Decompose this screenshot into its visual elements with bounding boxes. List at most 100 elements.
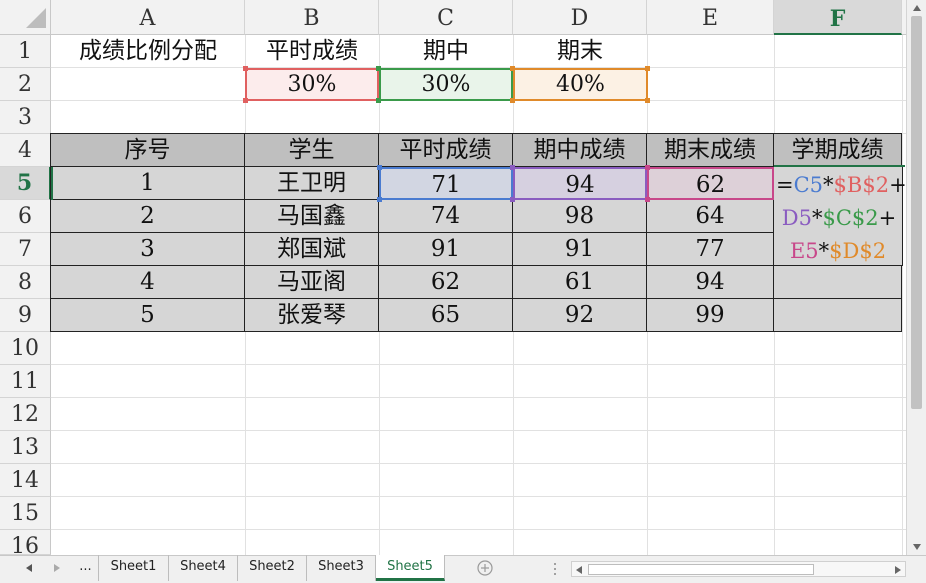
row-header-15[interactable]: 15 xyxy=(0,497,51,530)
corner-triangle-icon xyxy=(26,8,46,28)
header-index[interactable]: 序号 xyxy=(51,134,245,167)
formula-line-3[interactable]: E5*$D$2 xyxy=(774,235,902,266)
tab-prev-button[interactable] xyxy=(19,557,39,579)
row-header-11[interactable]: 11 xyxy=(0,365,51,398)
table-cell-semester-score[interactable] xyxy=(774,266,902,299)
column-header-e[interactable]: E xyxy=(647,0,774,35)
row-header-9[interactable]: 9 xyxy=(0,299,51,332)
table-cell-usual-score[interactable]: 71 xyxy=(379,167,513,200)
row-header-16[interactable]: 16 xyxy=(0,530,51,559)
column-header-a[interactable]: A xyxy=(51,0,245,35)
tab-overflow-ellipsis[interactable]: ... xyxy=(73,555,99,581)
table-cell-index[interactable]: 4 xyxy=(51,266,245,299)
header-midterm-score[interactable]: 期中成绩 xyxy=(513,134,647,167)
table-cell-student[interactable]: 王卫明 xyxy=(245,167,379,200)
gridline xyxy=(51,463,906,464)
formula-operator: + xyxy=(878,206,897,230)
ref-handle xyxy=(510,165,515,170)
formula-line-1[interactable]: =C5*$B$2+ xyxy=(774,169,907,200)
tab-sheet1[interactable]: Sheet1 xyxy=(99,555,169,581)
formula-line-2[interactable]: D5*$C$2+ xyxy=(774,202,904,233)
add-sheet-button[interactable] xyxy=(476,559,494,577)
table-border xyxy=(50,133,51,332)
table-cell-final-score[interactable]: 62 xyxy=(647,167,774,200)
table-cell-usual-score[interactable]: 65 xyxy=(379,299,513,332)
vertical-scrollbar[interactable] xyxy=(906,0,926,555)
table-cell-final-score[interactable]: 64 xyxy=(647,200,774,233)
triangle-left-icon xyxy=(26,564,32,572)
table-cell-midterm-score[interactable]: 91 xyxy=(513,233,647,266)
tab-next-button[interactable] xyxy=(47,557,67,579)
row-header-3[interactable]: 3 xyxy=(0,101,51,134)
tab-sheet2[interactable]: Sheet2 xyxy=(238,555,307,581)
gridline xyxy=(902,35,903,555)
ref-handle xyxy=(243,66,248,71)
row-header-10[interactable]: 10 xyxy=(0,332,51,365)
tab-sheet4[interactable]: Sheet4 xyxy=(169,555,238,581)
ratio-header-usual[interactable]: 平时成绩 xyxy=(245,35,379,68)
ref-handle xyxy=(645,98,650,103)
table-cell-final-score[interactable]: 94 xyxy=(647,266,774,299)
table-cell-midterm-score[interactable]: 98 xyxy=(513,200,647,233)
table-cell-index[interactable]: 3 xyxy=(51,233,245,266)
scroll-left-icon[interactable] xyxy=(575,565,583,575)
table-cell-final-score[interactable]: 99 xyxy=(647,299,774,332)
row-header-14[interactable]: 14 xyxy=(0,464,51,497)
ratio-header-final[interactable]: 期末 xyxy=(513,35,647,68)
table-cell-student[interactable]: 张爱琴 xyxy=(245,299,379,332)
select-all-corner[interactable] xyxy=(0,0,51,35)
tab-splitter-handle[interactable] xyxy=(553,561,557,575)
horizontal-scrollbar[interactable] xyxy=(571,561,906,577)
table-cell-index[interactable]: 1 xyxy=(51,167,245,200)
vertical-scroll-thumb[interactable] xyxy=(911,16,922,409)
ratio-value-midterm[interactable]: 30% xyxy=(379,68,513,101)
header-final-score[interactable]: 期末成绩 xyxy=(647,134,774,167)
table-cell-usual-score[interactable]: 91 xyxy=(379,233,513,266)
table-cell-midterm-score[interactable]: 61 xyxy=(513,266,647,299)
table-cell-student[interactable]: 马亚阁 xyxy=(245,266,379,299)
row-header-4[interactable]: 4 xyxy=(0,134,51,167)
table-cell-student[interactable]: 马国鑫 xyxy=(245,200,379,233)
scroll-down-icon[interactable] xyxy=(912,543,922,551)
table-cell-student[interactable]: 郑国斌 xyxy=(245,233,379,266)
ratio-value-final[interactable]: 40% xyxy=(513,68,648,101)
gridline xyxy=(51,364,906,365)
ref-handle xyxy=(645,197,650,202)
active-cell-border xyxy=(774,165,905,167)
row-header-5[interactable]: 5 xyxy=(0,167,51,200)
scroll-up-icon[interactable] xyxy=(912,4,922,12)
column-header-d[interactable]: D xyxy=(513,0,647,35)
header-student[interactable]: 学生 xyxy=(245,134,379,167)
row-header-2[interactable]: 2 xyxy=(0,68,51,101)
ratio-value-usual[interactable]: 30% xyxy=(245,68,379,101)
column-header-f[interactable]: F xyxy=(774,0,902,35)
row-header-12[interactable]: 12 xyxy=(0,398,51,431)
column-header-c[interactable]: C xyxy=(379,0,513,35)
formula-operator: * xyxy=(823,173,834,197)
table-cell-midterm-score[interactable]: 94 xyxy=(513,167,647,200)
ref-handle xyxy=(376,98,381,103)
table-cell-usual-score[interactable]: 74 xyxy=(379,200,513,233)
table-cell-index[interactable]: 5 xyxy=(51,299,245,332)
horizontal-scroll-thumb[interactable] xyxy=(588,564,814,575)
table-cell-index[interactable]: 2 xyxy=(51,200,245,233)
row-header-1[interactable]: 1 xyxy=(0,35,51,68)
table-cell-semester-score[interactable] xyxy=(774,299,902,332)
formula-ref-d5: D5 xyxy=(781,206,812,230)
table-cell-midterm-score[interactable]: 92 xyxy=(513,299,647,332)
scroll-right-icon[interactable] xyxy=(894,565,902,575)
header-usual-score[interactable]: 平时成绩 xyxy=(379,134,513,167)
tab-sheet5[interactable]: Sheet5 xyxy=(376,555,445,581)
table-cell-final-score[interactable]: 77 xyxy=(647,233,774,266)
column-header-b[interactable]: B xyxy=(245,0,379,35)
row-header-7[interactable]: 7 xyxy=(0,233,51,266)
table-cell-usual-score[interactable]: 62 xyxy=(379,266,513,299)
header-semester-score[interactable]: 学期成绩 xyxy=(774,134,902,167)
row-header-13[interactable]: 13 xyxy=(0,431,51,464)
ref-handle xyxy=(645,165,650,170)
ratio-header-midterm[interactable]: 期中 xyxy=(379,35,513,68)
row-header-6[interactable]: 6 xyxy=(0,200,51,233)
tab-sheet3[interactable]: Sheet3 xyxy=(307,555,376,581)
row-header-8[interactable]: 8 xyxy=(0,266,51,299)
ratio-label[interactable]: 成绩比例分配 xyxy=(51,35,245,68)
